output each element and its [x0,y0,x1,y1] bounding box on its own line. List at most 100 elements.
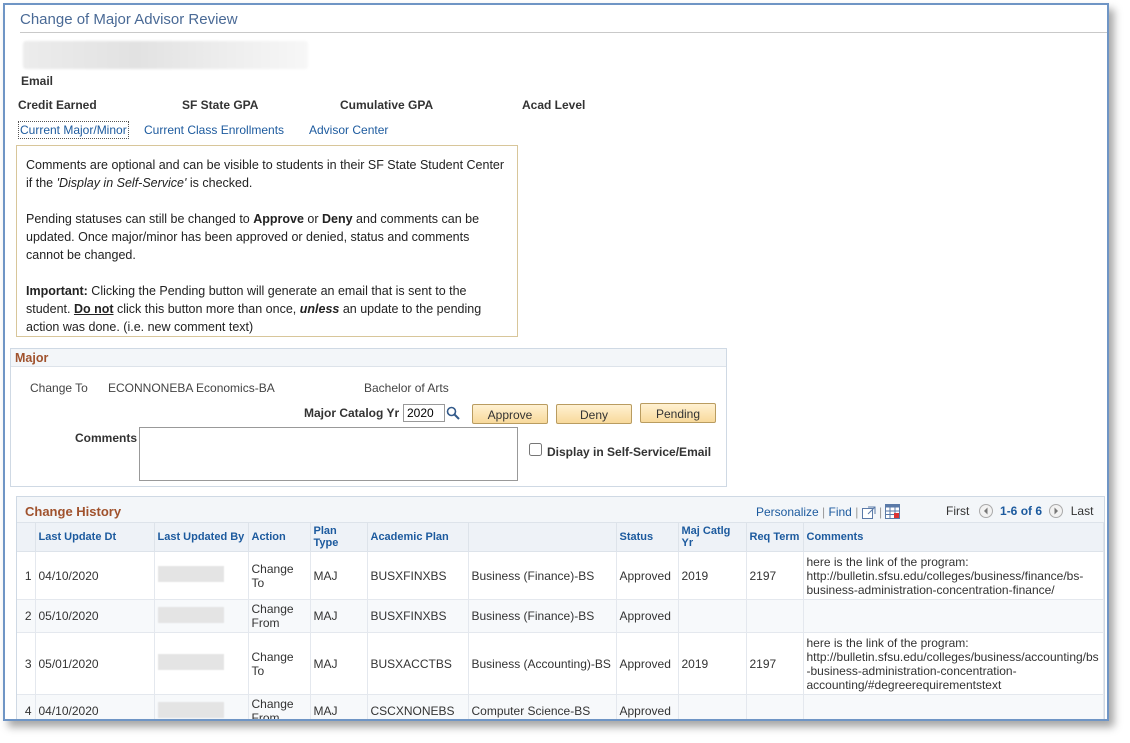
arrow-left-icon[interactable] [978,504,993,518]
cell-status: Approved [616,632,679,695]
column-header[interactable]: Maj Catlg Yr [678,523,747,552]
change-to-label: Change To [30,381,88,395]
cell-catlg [678,694,747,719]
cell-date: 04/10/2020 [35,551,155,600]
major-catalog-label: Major Catalog Yr [304,406,400,420]
table-header-row: Last Update Dt Last Updated By Action Pl… [17,523,1104,552]
major-section-header: Major [11,349,726,367]
cell-action: Change To [248,632,311,695]
table-row: 1 04/10/2020 Change To MAJ BUSXFINXBS Bu… [17,551,1104,600]
table-row: 4 04/10/2020 Change From MAJ CSCXNONEBS … [17,694,1104,719]
cell-comments [803,694,1104,719]
cell-plan-type: MAJ [310,551,368,600]
cell-plan: BUSXFINXBS [367,551,469,600]
cell-term: 2197 [746,551,804,600]
row-number: 3 [17,632,36,695]
column-header[interactable]: Last Update Dt [35,523,155,552]
page-title: Change of Major Advisor Review [20,11,238,28]
column-header-rownum [17,523,36,552]
display-self-service-checkbox[interactable] [529,443,542,456]
spreadsheet-icon[interactable] [885,504,901,522]
instructions-paragraph-2: Pending statuses can still be changed to… [26,212,480,262]
redacted-name [157,701,224,718]
cell-term: 2197 [746,632,804,695]
pager: First 1-6 of 6 Last [946,504,1093,518]
credit-earned-label: Credit Earned [18,98,97,112]
page-window: Change of Major Advisor Review Email Cre… [3,3,1109,721]
personalize-link[interactable]: Personalize [756,505,819,519]
redacted-name [157,654,224,670]
acad-level-label: Acad Level [522,98,586,112]
display-self-service-label: Display in Self-Service/Email [547,445,712,459]
cell-date: 04/10/2020 [35,694,155,719]
column-header [468,523,617,552]
cell-updated-by [154,551,249,600]
cell-plan-type: MAJ [310,599,368,633]
cell-plan-type: MAJ [310,694,368,719]
tab-current-major-minor[interactable]: Current Major/Minor [18,121,129,139]
last-label[interactable]: Last [1071,504,1094,518]
deny-button[interactable]: Deny [556,404,632,424]
instructions-paragraph-1: Comments are optional and can be visible… [26,158,505,190]
cell-descr: Computer Science-BS [468,694,617,719]
change-history-header: Change History Personalize | Find | | Fi… [17,497,1104,523]
column-header[interactable]: Plan Type [310,523,368,552]
cell-plan-type: MAJ [310,632,368,695]
magnifier-icon[interactable] [446,406,460,423]
change-history-grid: Change History Personalize | Find | | Fi… [16,496,1105,719]
cell-updated-by [154,632,249,695]
column-header[interactable]: Last Updated By [154,523,249,552]
cell-catlg: 2019 [678,551,747,600]
cell-plan: BUSXFINXBS [367,599,469,633]
cell-comments: here is the link of the program: http://… [803,551,1104,600]
change-history-table: Last Update Dt Last Updated By Action Pl… [17,523,1104,719]
new-window-icon[interactable] [861,506,876,522]
major-catalog-input[interactable] [403,404,445,422]
cell-descr: Business (Finance)-BS [468,599,617,633]
pending-button[interactable]: Pending [640,403,716,423]
cell-descr: Business (Accounting)-BS [468,632,617,695]
cell-term [746,694,804,719]
change-to-plan: ECONNONEBA Economics-BA [108,381,275,395]
column-header[interactable]: Req Term [746,523,804,552]
comments-textarea[interactable] [139,427,518,481]
row-number: 2 [17,599,36,633]
approve-button[interactable]: Approve [472,404,548,424]
cell-action: Change To [248,551,311,600]
column-header[interactable]: Academic Plan [367,523,469,552]
cell-action: Change From [248,694,311,719]
row-number: 4 [17,694,36,719]
instructions-paragraph-3: Important: Clicking the Pending button w… [26,284,482,334]
cell-descr: Business (Finance)-BS [468,551,617,600]
grid-nav: Personalize | Find | | [756,504,901,522]
cell-status: Approved [616,694,679,719]
comments-label: Comments [75,431,138,445]
cell-date: 05/10/2020 [35,599,155,633]
redacted-student-name [23,41,308,69]
table-row: 2 05/10/2020 Change From MAJ BUSXFINXBS … [17,599,1104,633]
redacted-name [157,566,224,582]
first-label[interactable]: First [946,504,969,518]
instructions-box: Comments are optional and can be visible… [16,145,518,337]
tab-current-class-enrollments[interactable]: Current Class Enrollments [144,123,284,137]
column-header[interactable]: Status [616,523,679,552]
tab-advisor-center[interactable]: Advisor Center [309,123,388,137]
degree-value: Bachelor of Arts [364,381,449,395]
cell-updated-by [154,694,249,719]
row-number: 1 [17,551,36,600]
cumulative-gpa-label: Cumulative GPA [340,98,434,112]
cell-status: Approved [616,599,679,633]
column-header[interactable]: Comments [803,523,1104,552]
cell-plan: CSCXNONEBS [367,694,469,719]
cell-comments: here is the link of the program: http://… [803,632,1104,695]
find-link[interactable]: Find [829,505,852,519]
redacted-name [157,606,224,623]
major-section: Major Change To ECONNONEBA Economics-BA … [10,348,727,487]
arrow-right-icon[interactable] [1049,504,1064,518]
cell-term [746,599,804,633]
column-header[interactable]: Action [248,523,311,552]
sfstate-gpa-label: SF State GPA [182,98,259,112]
change-history-title: Change History [25,504,122,519]
cell-status: Approved [616,551,679,600]
email-label: Email [21,74,54,88]
